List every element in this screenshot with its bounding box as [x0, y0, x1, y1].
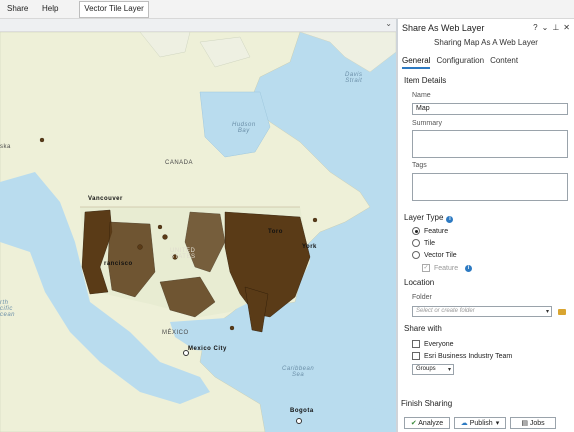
layer-type-heading: Layer Type i — [404, 213, 454, 223]
cloud-icon: ☁ — [460, 420, 470, 427]
folder-label: Folder — [412, 294, 432, 301]
publish-button[interactable]: ☁ Publish ▾ — [454, 417, 506, 429]
options-menu-icon[interactable]: ⌄ — [542, 23, 549, 32]
map-view-strip: ⌄ — [0, 19, 397, 32]
share-pane: Share As Web Layer ? ⌄ ⊥ ✕ Sharing Map A… — [398, 19, 574, 432]
label-vancouver: Vancouver — [88, 196, 123, 202]
radio-tile[interactable]: Tile — [412, 239, 435, 247]
menu-share[interactable]: Share — [7, 4, 28, 13]
help-icon[interactable]: ? — [533, 23, 537, 32]
chevron-down-icon: ▾ — [545, 309, 549, 315]
label-united-states: UNITED STATES — [170, 248, 196, 260]
chevron-down-icon[interactable]: ⌄ — [385, 19, 392, 28]
item-details-heading: Item Details — [404, 76, 447, 85]
summary-field[interactable] — [412, 130, 568, 158]
label-mexico: MÉXICO — [162, 330, 189, 336]
checkbox-org[interactable]: Esri Business Industry Team — [412, 352, 512, 360]
checkbox-feature-sub: ✓ Feature i — [422, 264, 473, 272]
tags-label: Tags — [412, 162, 427, 169]
tab-general[interactable]: General — [402, 56, 431, 69]
radio-vector-tile[interactable]: Vector Tile — [412, 251, 457, 259]
label-new-york: York — [302, 244, 317, 250]
map-view[interactable]: CANADA Hudson Bay Davis Strait MÉXICO Ca… — [0, 32, 396, 432]
label-san-francisco: rancisco — [104, 261, 133, 267]
tags-field[interactable] — [412, 173, 568, 201]
menu-help[interactable]: Help — [42, 4, 58, 13]
pin-icon[interactable]: ⊥ — [552, 23, 559, 32]
folder-select[interactable]: Select or create folder ▾ — [412, 306, 552, 317]
label-davis-strait: Davis Strait — [345, 72, 363, 84]
label-bogota: Bogota — [290, 408, 314, 414]
location-heading: Location — [404, 278, 435, 287]
summary-label: Summary — [412, 120, 442, 127]
basemap — [0, 32, 396, 432]
label-caribbean-sea: Caribbean Sea — [282, 366, 315, 378]
name-label: Name — [412, 92, 431, 99]
label-ocean: rth cific cean — [0, 300, 16, 318]
finish-sharing-heading: Finish Sharing — [401, 399, 453, 408]
checkbox-everyone[interactable]: Everyone — [412, 340, 454, 348]
analyze-button[interactable]: ✔ Analyze — [404, 417, 450, 429]
share-with-heading: Share with — [404, 324, 442, 333]
pane-controls: ? ⌄ ⊥ ✕ — [533, 23, 570, 32]
jobs-button[interactable]: ▤ Jobs — [510, 417, 556, 429]
tab-content[interactable]: Content — [490, 56, 518, 69]
label-toronto: Toro — [268, 229, 283, 235]
info-icon[interactable]: i — [446, 216, 454, 223]
pane-subtitle: Sharing Map As A Web Layer — [434, 38, 538, 47]
label-canada: CANADA — [165, 160, 194, 166]
label-alaska: ska — [0, 144, 11, 150]
pane-tabs: General Configuration Content — [402, 56, 518, 69]
radio-feature[interactable]: Feature — [412, 227, 448, 235]
name-field[interactable]: Map — [412, 103, 568, 115]
chevron-down-icon[interactable]: ▾ — [496, 420, 500, 427]
jobs-icon: ▤ — [521, 420, 530, 427]
tab-configuration[interactable]: Configuration — [436, 56, 484, 69]
info-icon[interactable]: i — [465, 264, 473, 272]
groups-dropdown[interactable]: Groups ▾ — [412, 364, 454, 375]
chevron-down-icon: ▾ — [447, 367, 451, 373]
folder-icon[interactable] — [558, 309, 566, 315]
label-hudson-bay: Hudson Bay — [232, 122, 256, 134]
close-icon[interactable]: ✕ — [563, 23, 570, 32]
city-marker — [296, 418, 302, 424]
ribbon-bar: Share Help Vector Tile Layer — [0, 0, 574, 19]
label-mexico-city: Mexico City — [188, 346, 227, 352]
tab-vector-tile-layer[interactable]: Vector Tile Layer — [79, 1, 149, 18]
pane-title: Share As Web Layer — [402, 23, 485, 33]
